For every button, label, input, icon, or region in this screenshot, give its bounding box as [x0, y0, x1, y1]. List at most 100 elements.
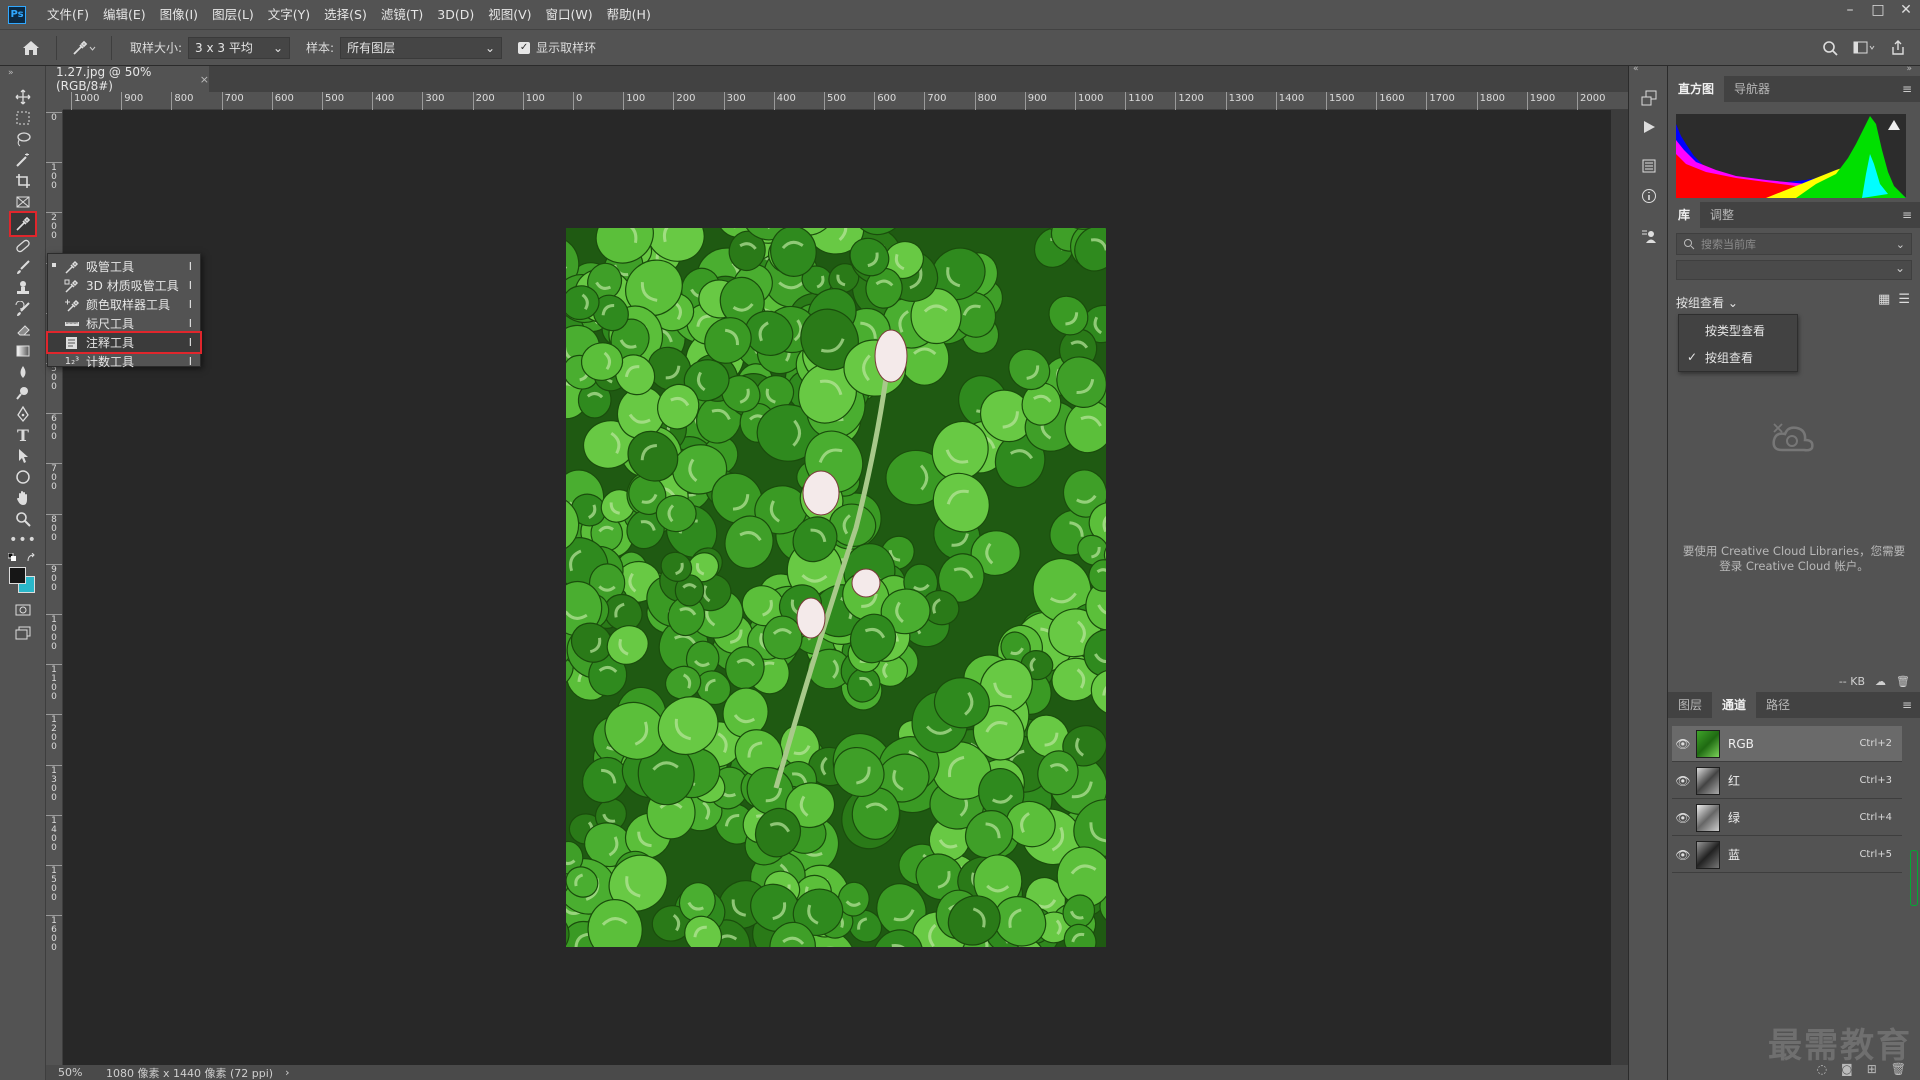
tab-navigator[interactable]: 导航器: [1724, 76, 1780, 102]
crop-tool-icon[interactable]: [11, 170, 35, 192]
home-button[interactable]: [16, 33, 46, 63]
shape-tool-icon[interactable]: [11, 466, 35, 488]
flyout-item-note[interactable]: 注释工具 I: [46, 331, 202, 354]
expand-arrows-icon[interactable]: »: [1906, 64, 1912, 74]
tab-histogram[interactable]: 直方图: [1668, 76, 1725, 102]
color-swatches[interactable]: [9, 567, 37, 595]
horizontal-ruler[interactable]: 1000 900 800 700 600 500 400 300 200 100 0 100 200 30…: [63, 92, 1628, 110]
lasso-tool-icon[interactable]: [11, 128, 35, 150]
group-by-option[interactable]: ✓ 按组查看: [1679, 344, 1797, 370]
default-colors-icon[interactable]: [7, 552, 38, 568]
channel-row[interactable]: 👁 RGB Ctrl+2: [1672, 726, 1902, 762]
menu-item-8[interactable]: 视图(V): [481, 0, 538, 29]
document-image[interactable]: [566, 228, 1106, 947]
move-tool-icon[interactable]: [11, 86, 35, 108]
status-menu-arrow[interactable]: ›: [285, 1066, 289, 1079]
menu-item-3[interactable]: 图层(L): [205, 0, 261, 29]
menu-item-1[interactable]: 编辑(E): [96, 0, 153, 29]
flyout-item-count[interactable]: 1₂³ 计数工具 I: [48, 352, 200, 371]
workspace-icon[interactable]: [1852, 36, 1876, 60]
foreground-color-swatch[interactable]: [9, 567, 26, 584]
visibility-eye-icon[interactable]: 👁: [1672, 737, 1694, 751]
tab-paths[interactable]: 路径: [1756, 692, 1800, 718]
menu-item-2[interactable]: 图像(I): [153, 0, 205, 29]
dodge-tool-icon[interactable]: [11, 382, 35, 404]
ruler-tick-label: 700: [221, 92, 244, 110]
tool-preset-picker[interactable]: [67, 35, 101, 61]
marquee-tool-icon[interactable]: [11, 107, 35, 129]
library-search-input[interactable]: 搜索当前库 ⌄: [1676, 233, 1912, 255]
tab-layers[interactable]: 图层: [1668, 692, 1712, 718]
visibility-eye-icon[interactable]: 👁: [1672, 811, 1694, 825]
close-tab-icon[interactable]: ×: [200, 73, 209, 86]
channel-row[interactable]: 👁 蓝 Ctrl+5: [1672, 837, 1902, 873]
collapse-arrows-icon[interactable]: »: [8, 68, 14, 78]
zoom-tool-icon[interactable]: [11, 508, 35, 530]
group-by-option[interactable]: 按类型查看: [1679, 317, 1797, 343]
search-icon[interactable]: [1818, 36, 1842, 60]
type-tool-icon[interactable]: T: [11, 424, 35, 446]
menu-item-9[interactable]: 窗口(W): [539, 0, 600, 29]
list-view-icon[interactable]: ☰: [1898, 292, 1910, 307]
panel-menu-icon[interactable]: ≡: [1902, 82, 1912, 96]
minimize-button[interactable]: –: [1836, 0, 1864, 22]
library-select[interactable]: ⌄: [1676, 260, 1912, 280]
grid-view-icon[interactable]: ▦: [1878, 292, 1890, 307]
panel-scrollbar[interactable]: [1910, 850, 1918, 906]
eyedropper-tool-icon[interactable]: [9, 211, 37, 237]
history-brush-tool-icon[interactable]: [11, 298, 35, 320]
more-tools-icon[interactable]: •••: [9, 529, 36, 551]
menu-item-6[interactable]: 滤镜(T): [374, 0, 430, 29]
show-ring-label: 显示取样环: [536, 41, 597, 55]
share-icon[interactable]: [1886, 36, 1910, 60]
menu-item-0[interactable]: 文件(F): [40, 0, 96, 29]
hand-tool-icon[interactable]: [11, 487, 35, 509]
tab-libraries[interactable]: 库: [1668, 202, 1701, 228]
tab-adjustments[interactable]: 调整: [1700, 202, 1744, 228]
trash-icon[interactable]: 🗑: [1896, 675, 1910, 688]
panel-menu-icon[interactable]: ≡: [1902, 208, 1912, 222]
show-ring-checkbox[interactable]: ✓: [518, 41, 531, 54]
tab-channels[interactable]: 通道: [1712, 692, 1757, 718]
healing-tool-icon[interactable]: [11, 235, 35, 257]
panel-menu-icon[interactable]: ≡: [1902, 698, 1912, 712]
magic-wand-tool-icon[interactable]: [11, 149, 35, 171]
screen-mode-icon[interactable]: [11, 622, 35, 644]
document-tab[interactable]: 1.27.jpg @ 50%(RGB/8#) ×: [46, 65, 209, 93]
canvas-scrollbar[interactable]: [1611, 110, 1628, 1065]
visibility-eye-icon[interactable]: 👁: [1672, 848, 1694, 862]
menu-item-5[interactable]: 选择(S): [317, 0, 374, 29]
flyout-item-3d-eyedropper[interactable]: 3D 材质吸管工具 I: [48, 276, 200, 295]
layer-comps-icon[interactable]: [1637, 224, 1661, 248]
close-button[interactable]: ✕: [1892, 0, 1920, 22]
sample-size-select[interactable]: 3 x 3 平均 ⌄: [188, 36, 291, 59]
pen-tool-icon[interactable]: [11, 403, 35, 425]
menu-item-10[interactable]: 帮助(H): [600, 0, 658, 29]
gradient-tool-icon[interactable]: [11, 340, 35, 362]
zoom-level[interactable]: 50%: [58, 1066, 98, 1079]
eraser-tool-icon[interactable]: [11, 319, 35, 341]
properties-panel-icon[interactable]: [1637, 154, 1661, 178]
flyout-item-eyedropper[interactable]: 吸管工具 I: [48, 257, 200, 276]
brush-tool-icon[interactable]: [11, 256, 35, 278]
blur-tool-icon[interactable]: [11, 361, 35, 383]
path-select-tool-icon[interactable]: [11, 445, 35, 467]
maximize-button[interactable]: □: [1864, 0, 1892, 22]
quick-mask-icon[interactable]: [11, 599, 35, 621]
stamp-tool-icon[interactable]: [11, 277, 35, 299]
flyout-item-ruler[interactable]: 标尺工具 I: [48, 314, 200, 333]
cloud-sync-icon[interactable]: ☁: [1875, 675, 1886, 688]
sample-select[interactable]: 所有图层 ⌄: [340, 36, 503, 59]
history-panel-icon[interactable]: [1637, 86, 1661, 110]
menu-item-4[interactable]: 文字(Y): [261, 0, 317, 29]
group-by-dropdown[interactable]: 按组查看 ⌄: [1676, 294, 1738, 311]
channel-row[interactable]: 👁 红 Ctrl+3: [1672, 763, 1902, 799]
actions-play-icon[interactable]: [1637, 115, 1661, 139]
collapse-arrows-icon[interactable]: «: [1633, 64, 1639, 74]
flyout-item-color-sampler[interactable]: 颜色取样器工具 I: [48, 295, 200, 314]
menu-item-7[interactable]: 3D(D): [430, 0, 481, 29]
channel-row[interactable]: 👁 绿 Ctrl+4: [1672, 800, 1902, 836]
frame-tool-icon[interactable]: [11, 191, 35, 213]
info-icon[interactable]: [1637, 184, 1661, 208]
visibility-eye-icon[interactable]: 👁: [1672, 774, 1694, 788]
